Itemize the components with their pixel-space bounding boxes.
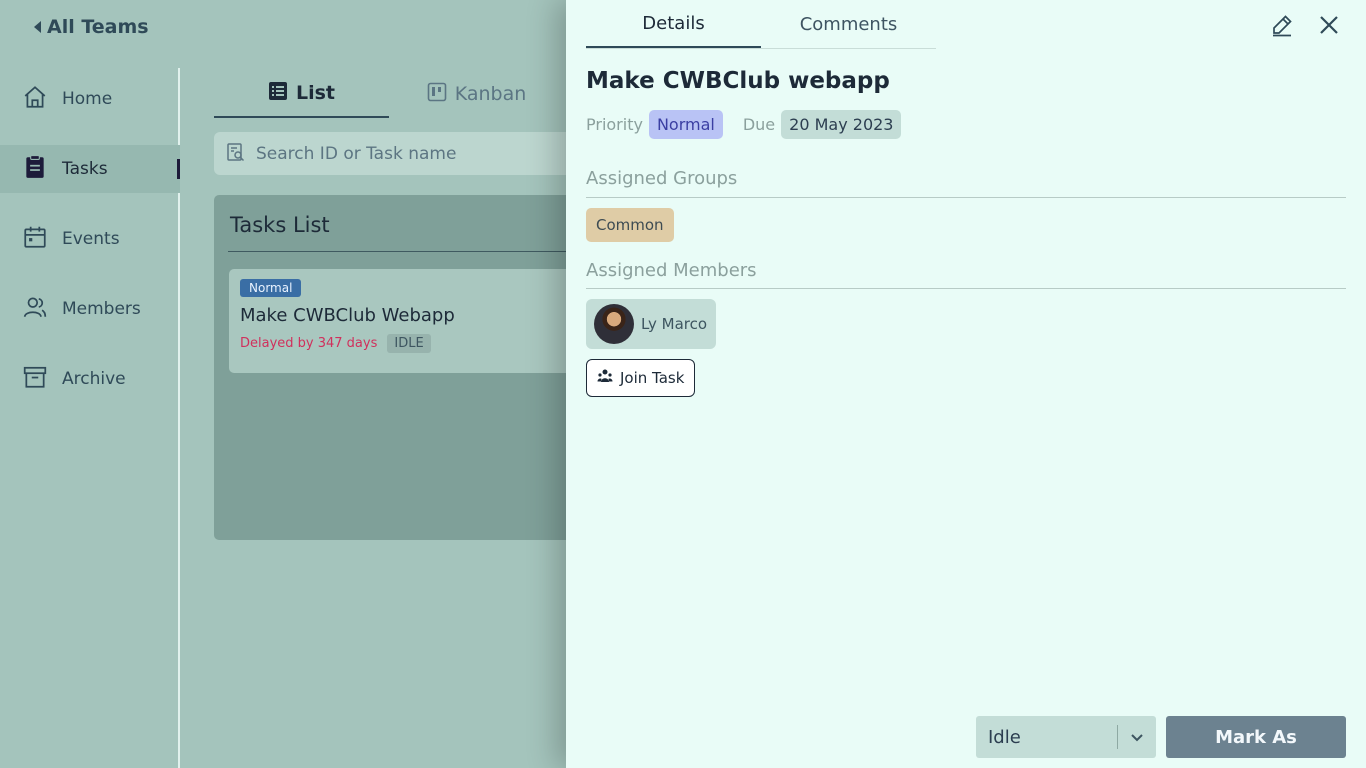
join-task-label: Join Task <box>620 369 685 387</box>
priority-badge: Normal <box>240 279 302 297</box>
home-icon <box>22 84 48 115</box>
tasks-list-title: Tasks List <box>230 213 330 237</box>
tab-kanban[interactable]: Kanban <box>389 70 564 118</box>
divider <box>228 251 588 252</box>
view-tabs: List Kanban <box>214 70 574 118</box>
sidebar-item-members[interactable]: Members <box>0 285 180 333</box>
status-select[interactable]: Idle <box>976 716 1156 758</box>
tab-comments[interactable]: Comments <box>761 0 936 48</box>
close-button[interactable] <box>1314 12 1344 42</box>
task-card-meta: Delayed by 347 days IDLE <box>240 334 578 353</box>
sidebar-item-label: Archive <box>62 369 126 389</box>
delay-text: Delayed by 347 days <box>240 336 378 351</box>
priority-pill: Normal <box>648 110 723 139</box>
sidebar-item-label: Tasks <box>62 159 108 179</box>
chevron-down-icon <box>1118 729 1156 745</box>
people-icon <box>597 368 613 388</box>
members-icon <box>22 294 48 325</box>
close-icon <box>1317 13 1341 41</box>
join-task-button[interactable]: Join Task <box>586 359 696 397</box>
all-teams-label: All Teams <box>47 16 149 38</box>
member-chip[interactable]: Ly Marco <box>586 299 717 349</box>
sidebar-item-label: Events <box>62 229 120 249</box>
sidebar-item-tasks[interactable]: Tasks <box>0 145 180 193</box>
task-card-title: Make CWBClub Webapp <box>240 305 455 326</box>
all-teams-link[interactable]: All Teams <box>34 16 149 38</box>
group-chip-common[interactable]: Common <box>586 208 674 242</box>
sidebar-item-home[interactable]: Home <box>0 75 180 123</box>
due-label: Due <box>742 115 776 134</box>
tab-list[interactable]: List <box>214 70 389 118</box>
task-card[interactable]: Normal Make CWBClub Webapp Delayed by 34… <box>229 269 589 373</box>
edit-button[interactable] <box>1267 12 1297 42</box>
priority-label: Priority <box>586 115 643 134</box>
calendar-icon <box>22 224 48 255</box>
assigned-members-label: Assigned Members <box>586 260 757 281</box>
assigned-groups-label: Assigned Groups <box>586 168 738 189</box>
task-meta-row: Priority Normal Due 20 May 2023 <box>586 110 902 139</box>
mark-as-button[interactable]: Mark As <box>1166 716 1346 758</box>
status-badge: IDLE <box>387 334 431 353</box>
pencil-icon <box>1270 13 1294 41</box>
divider <box>586 197 1346 198</box>
search-icon <box>226 142 246 166</box>
sidebar-item-label: Home <box>62 89 113 109</box>
divider <box>586 288 1346 289</box>
sidebar-item-label: Members <box>62 299 141 319</box>
kanban-icon <box>427 82 447 107</box>
tab-label: Kanban <box>454 83 527 105</box>
sidebar-item-events[interactable]: Events <box>0 215 180 263</box>
status-select-value: Idle <box>988 726 1021 748</box>
caret-left-icon <box>34 21 41 33</box>
archive-icon <box>22 364 48 395</box>
tab-label: List <box>295 82 335 104</box>
search-input[interactable] <box>256 143 556 164</box>
tab-details[interactable]: Details <box>586 0 761 48</box>
sidebar: Home Tasks Events Members Archive <box>0 75 180 768</box>
task-title: Make CWBClub webapp <box>586 68 890 94</box>
task-details-drawer: Details Comments Make CWBClub webapp Pri… <box>566 0 1366 768</box>
list-icon <box>268 81 288 106</box>
drawer-tabs: Details Comments <box>586 0 936 49</box>
tasks-icon <box>22 154 48 185</box>
tasks-list-panel: Tasks List Normal Make CWBClub Webapp De… <box>214 195 589 540</box>
sidebar-item-archive[interactable]: Archive <box>0 355 180 403</box>
avatar <box>594 304 634 344</box>
due-date-pill: 20 May 2023 <box>781 110 902 139</box>
member-name: Ly Marco <box>641 315 708 333</box>
search-box[interactable] <box>214 132 584 175</box>
